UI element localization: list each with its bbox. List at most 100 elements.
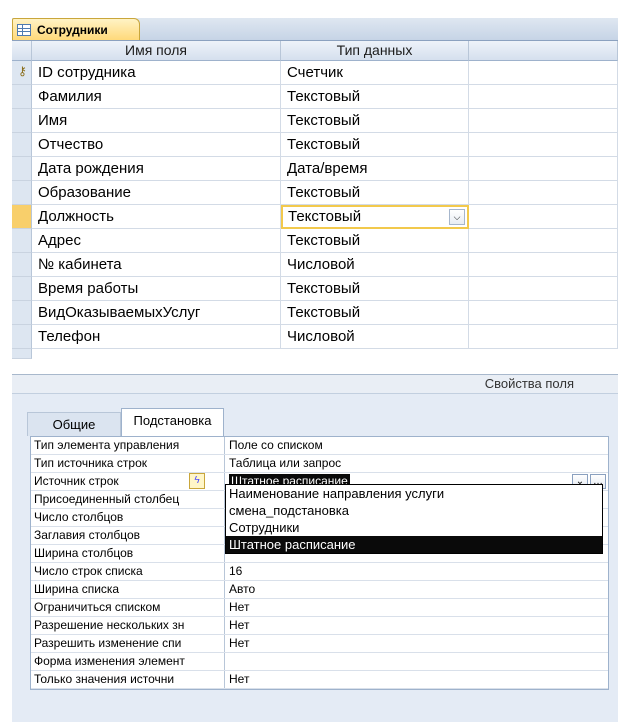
field-row[interactable]: Отчество Текстовый	[12, 133, 618, 157]
description-cell[interactable]	[469, 157, 618, 181]
table-icon	[17, 23, 31, 36]
data-type-cell[interactable]: Текстовый	[281, 277, 469, 301]
property-value[interactable]: Таблица или запрос	[226, 455, 608, 472]
row-selector[interactable]	[12, 229, 32, 253]
data-type-cell[interactable]: Дата/время	[281, 157, 469, 181]
description-cell[interactable]	[469, 277, 618, 301]
field-name-cell[interactable]: ID сотрудника	[32, 61, 281, 85]
chevron-down-icon[interactable]: ⌵	[449, 209, 465, 225]
field-row[interactable]: Образование Текстовый	[12, 181, 618, 205]
description-cell[interactable]	[469, 61, 618, 85]
field-row[interactable]: № кабинета Числовой	[12, 253, 618, 277]
dropdown-option[interactable]: Штатное расписание	[226, 536, 602, 553]
property-value[interactable]: 16	[226, 563, 608, 580]
property-label: Форма изменения элемент	[31, 653, 225, 670]
row-selector[interactable]	[12, 325, 32, 349]
tab-lookup[interactable]: Подстановка	[121, 408, 224, 436]
property-row[interactable]: Разрешить изменение спи Нет	[31, 635, 608, 653]
field-row[interactable]: Телефон Числовой	[12, 325, 618, 349]
row-selector[interactable]	[12, 253, 32, 277]
row-selector[interactable]	[12, 85, 32, 109]
row-selector-header[interactable]	[12, 41, 32, 61]
description-cell[interactable]	[469, 253, 618, 277]
row-selector[interactable]	[12, 181, 32, 205]
row-source-dropdown-list[interactable]: Наименование направления услуги смена_под…	[225, 484, 603, 554]
description-cell[interactable]	[469, 205, 618, 229]
field-name-cell[interactable]: Адрес	[32, 229, 281, 253]
field-row[interactable]: Должность Текстовый ⌵	[12, 205, 618, 229]
property-row[interactable]: Ширина списка Авто	[31, 581, 608, 599]
field-row[interactable]: Время работы Текстовый	[12, 277, 618, 301]
dropdown-option[interactable]: Наименование направления услуги	[226, 485, 602, 502]
property-row[interactable]: Число строк списка 16	[31, 563, 608, 581]
property-value[interactable]: Нет	[226, 635, 608, 652]
row-selector[interactable]	[12, 301, 32, 325]
description-cell[interactable]	[469, 229, 618, 253]
field-name-cell[interactable]: Дата рождения	[32, 157, 281, 181]
data-type-cell[interactable]: Текстовый	[281, 133, 469, 157]
description-cell[interactable]	[469, 109, 618, 133]
field-name-cell[interactable]: Время работы	[32, 277, 281, 301]
description-cell[interactable]	[469, 85, 618, 109]
field-properties-panel: Общие Подстановка Тип элемента управлени…	[12, 394, 618, 722]
property-row[interactable]: Разрешение нескольких зн Нет	[31, 617, 608, 635]
dropdown-option[interactable]: смена_подстановка	[226, 502, 602, 519]
field-name-cell[interactable]: ВидОказываемыхУслуг	[32, 301, 281, 325]
data-type-cell[interactable]: Текстовый	[281, 301, 469, 325]
document-tab[interactable]: Сотрудники	[12, 18, 140, 40]
field-row[interactable]: Дата рождения Дата/время	[12, 157, 618, 181]
field-row[interactable]: ⚷ ID сотрудника Счетчик	[12, 61, 618, 85]
field-row[interactable]: Имя Текстовый	[12, 109, 618, 133]
property-row[interactable]: Ограничиться списком Нет	[31, 599, 608, 617]
tab-general[interactable]: Общие	[27, 412, 121, 436]
field-row[interactable]: Адрес Текстовый	[12, 229, 618, 253]
description-header	[469, 41, 618, 61]
data-type-cell[interactable]: Числовой	[281, 253, 469, 277]
property-row[interactable]: Тип источника строк Таблица или запрос	[31, 455, 608, 473]
description-cell[interactable]	[469, 325, 618, 349]
field-name-cell[interactable]: Образование	[32, 181, 281, 205]
table-design-grid: Имя поля Тип данных ⚷ ID сотрудника Счетчи…	[12, 41, 618, 374]
field-row[interactable]: ВидОказываемыхУслуг Текстовый	[12, 301, 618, 325]
row-selector[interactable]	[12, 205, 32, 229]
data-type-cell[interactable]: Текстовый ⌵	[281, 205, 469, 229]
property-row[interactable]: Тип элемента управления Поле со списком	[31, 437, 608, 455]
property-value[interactable]	[226, 653, 608, 670]
field-name-cell[interactable]: Должность	[32, 205, 281, 229]
field-name-cell[interactable]: Телефон	[32, 325, 281, 349]
property-label: Только значения источни	[31, 671, 225, 688]
data-type-header: Тип данных	[281, 41, 469, 61]
property-value[interactable]: Поле со списком	[226, 437, 608, 454]
new-field-row[interactable]	[12, 349, 618, 359]
data-type-cell[interactable]: Текстовый	[281, 229, 469, 253]
field-row[interactable]: Фамилия Текстовый	[12, 85, 618, 109]
property-value[interactable]: Авто	[226, 581, 608, 598]
property-row[interactable]: Форма изменения элемент	[31, 653, 608, 671]
data-type-cell[interactable]: Текстовый	[281, 181, 469, 205]
smart-tag-icon[interactable]: ϟ	[189, 473, 205, 489]
data-type-value: Текстовый	[287, 136, 361, 153]
row-selector[interactable]	[12, 157, 32, 181]
field-name-cell[interactable]: Имя	[32, 109, 281, 133]
field-name-cell[interactable]: Фамилия	[32, 85, 281, 109]
row-selector[interactable]	[12, 109, 32, 133]
data-type-cell[interactable]: Текстовый	[281, 85, 469, 109]
data-type-cell[interactable]: Текстовый	[281, 109, 469, 133]
description-cell[interactable]	[469, 181, 618, 205]
row-selector[interactable]	[12, 133, 32, 157]
field-name-cell[interactable]: № кабинета	[32, 253, 281, 277]
field-name-cell[interactable]: Отчество	[32, 133, 281, 157]
description-cell[interactable]	[469, 301, 618, 325]
data-type-cell[interactable]: Числовой	[281, 325, 469, 349]
description-cell[interactable]	[469, 133, 618, 157]
property-value[interactable]: Нет	[226, 671, 608, 688]
data-type-cell[interactable]: Счетчик	[281, 61, 469, 85]
property-value[interactable]: Нет	[226, 599, 608, 616]
row-selector[interactable]	[12, 349, 32, 359]
property-row[interactable]: Только значения источни Нет	[31, 671, 608, 689]
row-selector[interactable]	[12, 277, 32, 301]
row-selector[interactable]: ⚷	[12, 61, 32, 85]
property-value[interactable]: Нет	[226, 617, 608, 634]
dropdown-option[interactable]: Сотрудники	[226, 519, 602, 536]
property-label: Заглавия столбцов	[31, 527, 225, 544]
